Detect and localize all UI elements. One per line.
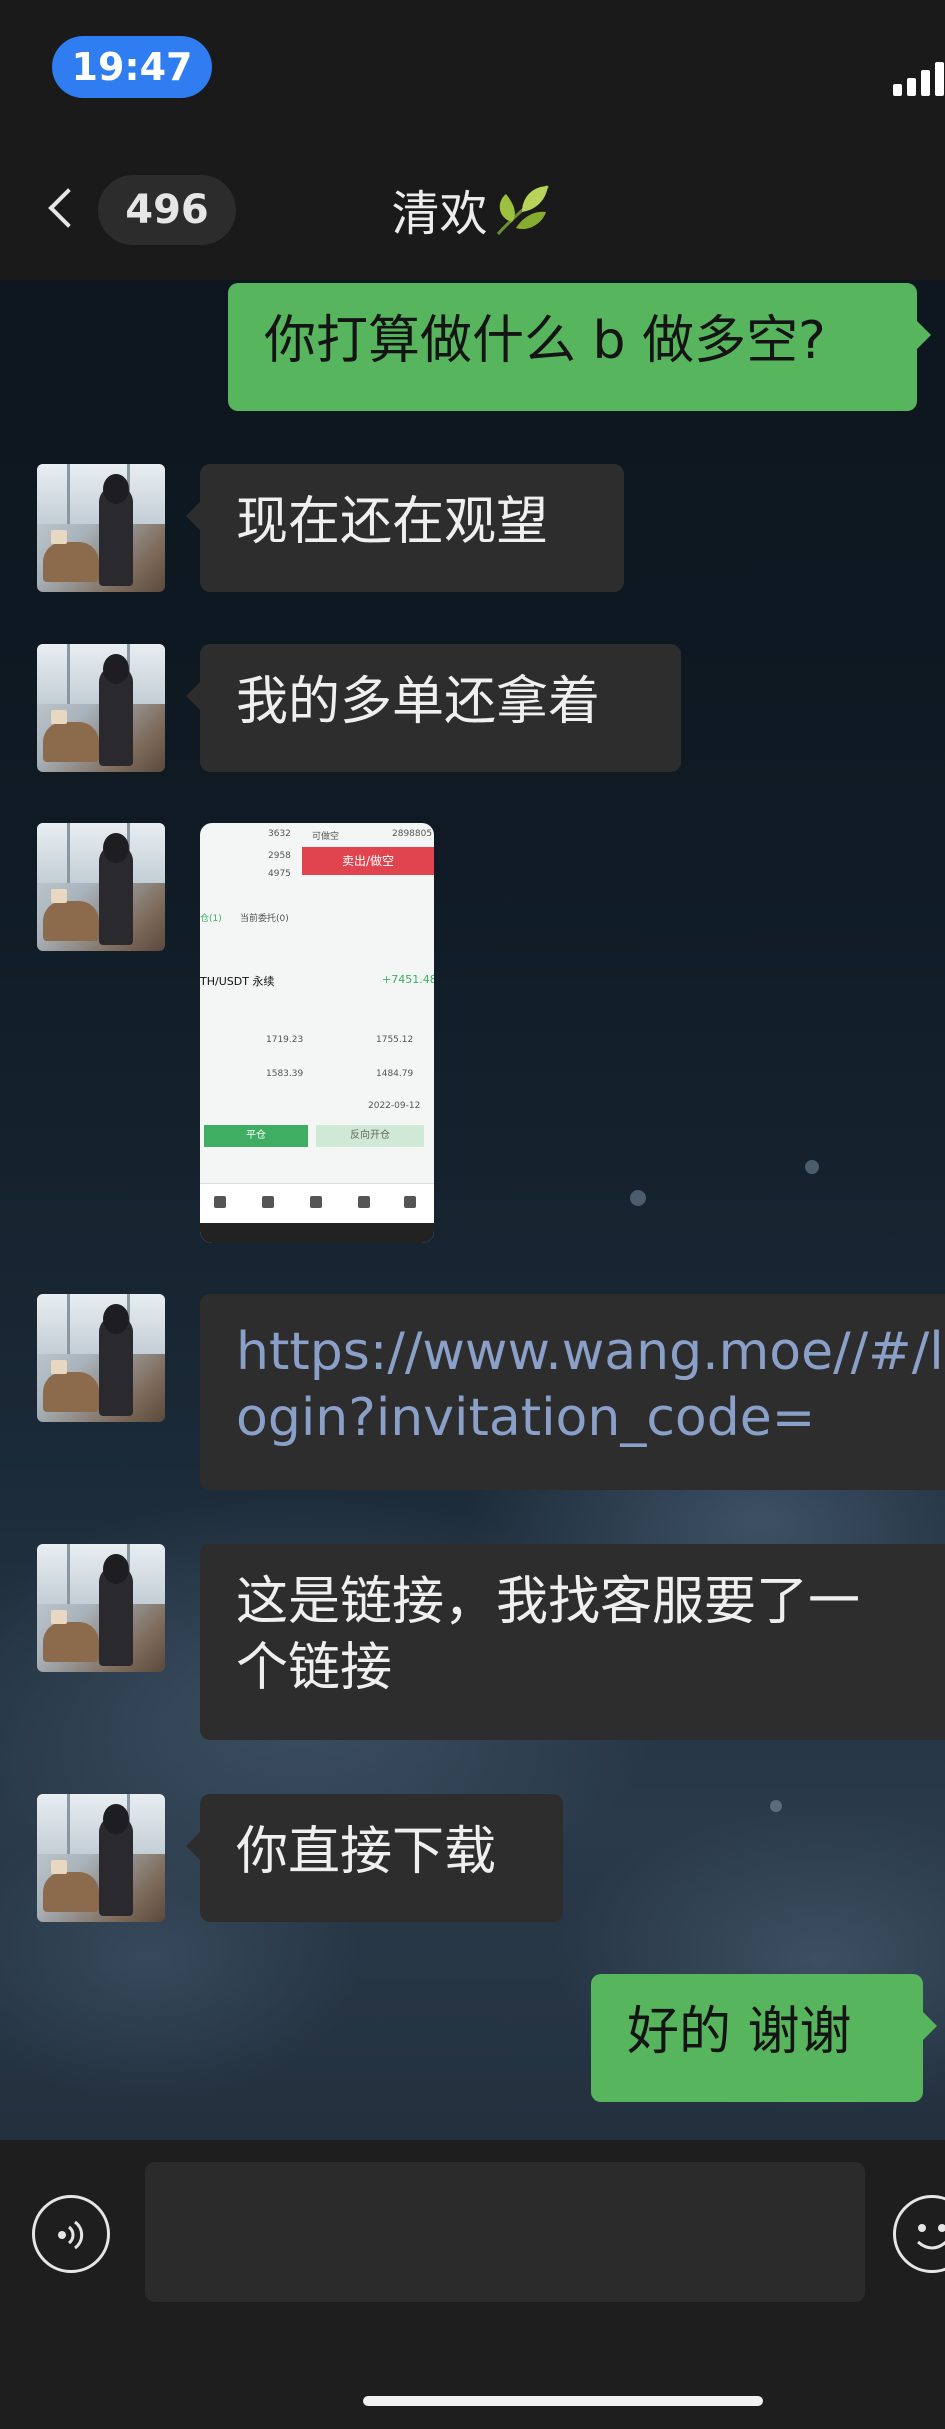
- message-bubble-incoming[interactable]: 现在还在观望: [186, 464, 624, 592]
- message-text-line: 个链接: [236, 1638, 393, 1698]
- link-text-line: https://www.wang.moe//#/l: [236, 1322, 944, 1382]
- image-message-trading-screenshot[interactable]: 3632 可做空 2898805 2958 4975 卖出/做空 仓(1) 当前…: [200, 823, 434, 1243]
- message-text: 你打算做什么 b 做多空?: [264, 311, 826, 371]
- avatar[interactable]: [37, 644, 165, 772]
- thumb-sell-button: 卖出/做空: [302, 847, 434, 875]
- voice-icon[interactable]: [32, 2195, 110, 2273]
- thumb-pair: TH/USDT 永续: [200, 975, 275, 988]
- message-text: 我的多单还拿着: [236, 672, 601, 732]
- thumb-text: 可做空: [312, 832, 340, 842]
- thumb-text: 1755.12: [376, 1035, 414, 1045]
- thumb-text: 2898805: [392, 829, 433, 839]
- thumb-profit: +7451.48: [382, 973, 434, 986]
- thumb-text: 1484.79: [376, 1069, 414, 1079]
- status-time: 19:47: [52, 36, 212, 98]
- chat-screen: 19:47 496 清欢 你打算做什么 b 做多空? 现在还在观望 我的多单还拿…: [0, 0, 945, 2429]
- leaf-icon: [496, 184, 549, 235]
- message-bubble-outgoing[interactable]: 你打算做什么 b 做多空?: [228, 283, 931, 411]
- link-text[interactable]: https://www.wang.moe//#/l ogin?invitatio…: [236, 1294, 944, 1451]
- thumb-text: 3632: [268, 829, 291, 839]
- chat-header: 496 清欢: [0, 140, 945, 280]
- link-text-line: ogin?invitation_code=: [236, 1388, 816, 1448]
- thumb-reverse-button: 反向开仓: [316, 1125, 424, 1147]
- message-bubble-outgoing[interactable]: 好的 谢谢: [591, 1974, 937, 2102]
- status-bar: 19:47: [0, 0, 945, 140]
- message-bubble-link[interactable]: https://www.wang.moe//#/l ogin?invitatio…: [200, 1294, 945, 1490]
- thumb-text: 4975: [268, 869, 291, 879]
- avatar[interactable]: [37, 1294, 165, 1422]
- avatar[interactable]: [37, 1794, 165, 1922]
- thumb-tab: 仓(1): [200, 914, 222, 924]
- signal-icon: [893, 60, 945, 96]
- message-bubble-incoming[interactable]: 你直接下载: [186, 1794, 563, 1922]
- emoji-icon[interactable]: [893, 2195, 945, 2273]
- thumb-close-button: 平仓: [204, 1125, 308, 1147]
- message-bubble-incoming[interactable]: 这是链接，我找客服要了一 个链接: [200, 1544, 945, 1740]
- thumb-tab: 当前委托(0): [240, 914, 289, 924]
- contact-name: 清欢: [391, 186, 488, 242]
- thumb-text: 1583.39: [266, 1069, 304, 1079]
- message-bubble-incoming[interactable]: 我的多单还拿着: [186, 644, 681, 772]
- input-bar: [0, 2140, 945, 2429]
- background-bokeh-dot: [805, 1160, 819, 1174]
- chat-title[interactable]: 清欢: [0, 172, 945, 246]
- thumb-tabbar: [200, 1183, 434, 1224]
- thumb-text: 2958: [268, 851, 291, 861]
- message-text: 现在还在观望: [236, 492, 549, 552]
- home-indicator: [363, 2396, 763, 2406]
- avatar[interactable]: [37, 1544, 165, 1672]
- avatar[interactable]: [37, 464, 165, 592]
- message-text-line: 这是链接，我找客服要了一: [236, 1572, 861, 1632]
- background-bokeh-dot: [770, 1800, 782, 1812]
- background-bokeh-dot: [630, 1190, 646, 1206]
- avatar[interactable]: [37, 823, 165, 951]
- thumb-text: 2022-09-12: [368, 1101, 421, 1111]
- message-text: 这是链接，我找客服要了一 个链接: [236, 1544, 909, 1701]
- message-text: 好的 谢谢: [627, 2002, 852, 2062]
- message-text: 你直接下载: [236, 1822, 497, 1882]
- thumb-text: 1719.23: [266, 1035, 304, 1045]
- message-input[interactable]: [145, 2162, 865, 2302]
